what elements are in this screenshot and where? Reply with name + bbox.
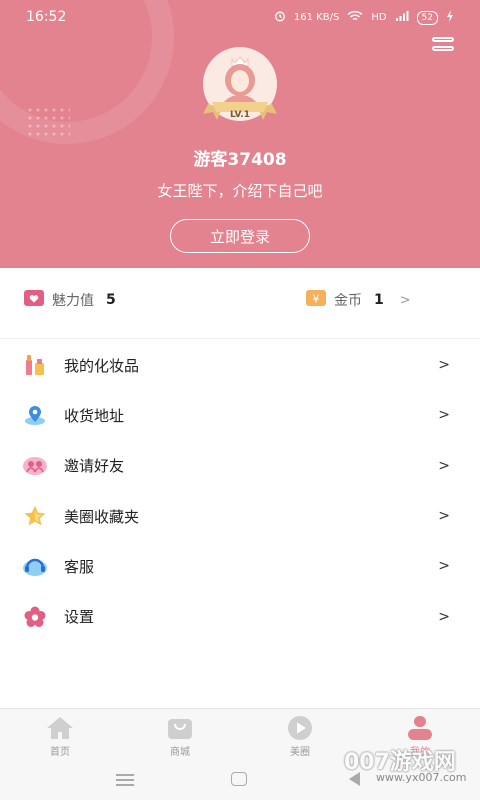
chevron-right-icon: > [399,292,411,308]
menu-icon[interactable] [432,37,454,55]
menu-item-label: 我的化妆品 [64,356,140,375]
menu-item-label: 设置 [64,608,95,627]
coin-stat[interactable]: ¥ 金币 1 > [306,290,411,310]
star-icon [22,503,48,529]
menu-item-invite[interactable]: 邀请好友 > [0,441,480,491]
menu-item-customer-service[interactable]: 客服 > [0,541,480,591]
shop-bag-icon [165,715,195,741]
system-navigation-bar [0,760,480,800]
headset-icon [22,553,48,579]
status-bar: 16:52 161 KB/S HD 52 [0,0,480,34]
profile-icon [405,715,435,741]
level-badge: LV.1 [230,110,250,120]
bottom-tab-bar: 首页 商城 美圈 我的 [0,708,480,761]
coin-label: 金币 [334,293,362,309]
menu-item-label: 美圈收藏夹 [64,507,140,526]
back-button[interactable] [349,772,360,786]
yen-icon: ¥ [306,290,326,310]
menu-item-label: 收货地址 [64,406,125,425]
tab-label: 首页 [50,747,70,758]
status-time: 16:52 [26,9,67,25]
settings-flower-icon [22,604,48,630]
tab-label: 我的 [410,747,430,758]
recent-apps-button[interactable] [116,774,134,786]
svg-text:¥: ¥ [313,293,320,306]
menu-item-settings[interactable]: 设置 > [0,591,480,641]
tab-shop[interactable]: 商城 [120,709,240,761]
menu-item-label: 邀请好友 [64,457,125,476]
chevron-right-icon: > [438,558,450,575]
home-icon [45,715,75,741]
charm-stat[interactable]: 魅力值 5 [24,290,116,310]
charging-icon [446,10,454,25]
status-icons: 161 KB/S HD 52 [274,10,454,25]
network-type: HD [371,12,387,23]
coin-value: 1 [374,292,384,308]
menu-list: 我的化妆品 > 收货地址 > 邀请好友 > 美圈收藏夹 > 客服 > 设置 > [0,340,480,642]
network-speed: 161 KB/S [293,12,340,23]
tab-profile[interactable]: 我的 [360,709,480,761]
home-button[interactable] [231,772,247,786]
divider [0,338,480,339]
chevron-right-icon: > [438,357,450,374]
stats-row: 魅力值 5 ¥ 金币 1 > [0,280,480,328]
charm-label: 魅力值 [52,293,94,309]
signal-icon [395,10,409,25]
play-icon [285,715,315,741]
charm-value: 5 [106,292,116,308]
login-button[interactable]: 立即登录 [170,219,310,253]
wifi-icon [347,10,363,25]
chevron-right-icon: > [438,407,450,424]
profile-tagline[interactable]: 女王陛下，介绍下自己吧 [0,180,480,201]
avatar[interactable]: LV.1 [195,46,285,126]
menu-item-address[interactable]: 收货地址 > [0,390,480,440]
username: 游客37408 [193,150,287,170]
tab-label: 商城 [170,747,190,758]
tab-label: 美圈 [290,747,310,758]
location-icon [22,402,48,428]
menu-item-favorites[interactable]: 美圈收藏夹 > [0,491,480,541]
menu-item-cosmetics[interactable]: 我的化妆品 > [0,340,480,390]
menu-item-label: 客服 [64,557,95,576]
battery-indicator: 52 [416,10,438,25]
chevron-right-icon: > [438,457,450,474]
tab-meiquan[interactable]: 美圈 [240,709,360,761]
decorative-dots [26,106,70,136]
cosmetics-icon [22,352,48,378]
heart-icon [24,290,44,310]
chevron-right-icon: > [438,608,450,625]
chevron-right-icon: > [438,508,450,525]
tab-home[interactable]: 首页 [0,709,120,761]
alarm-icon [274,10,286,25]
invite-icon [22,453,48,479]
profile-header: 16:52 161 KB/S HD 52 LV.1 游客37408 女王陛下，介… [0,0,480,268]
